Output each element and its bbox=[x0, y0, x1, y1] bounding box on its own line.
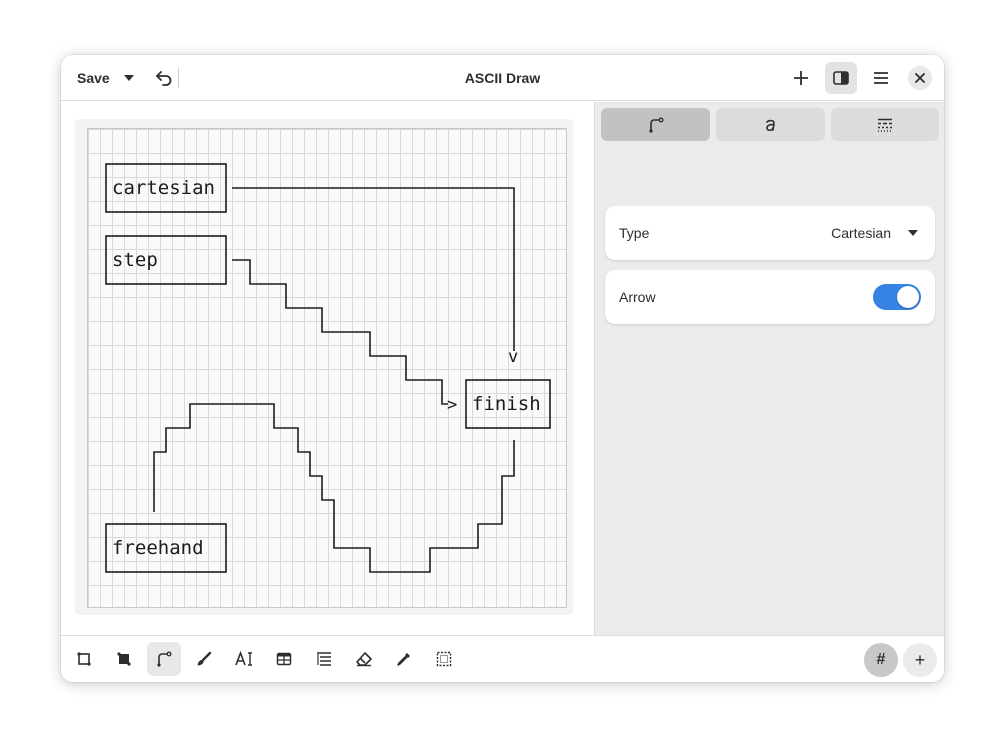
switch-knob bbox=[897, 286, 919, 308]
type-dropdown-value[interactable]: Cartesian bbox=[831, 206, 891, 260]
select-icon bbox=[436, 651, 452, 667]
add-character-button[interactable]: + bbox=[903, 643, 937, 677]
tool-bar: # + bbox=[61, 635, 944, 682]
dropdown-arrow-icon[interactable] bbox=[907, 229, 919, 237]
tab-text-style[interactable] bbox=[716, 108, 825, 141]
close-icon bbox=[915, 73, 925, 83]
freehand-label: freehand bbox=[112, 537, 204, 559]
line-icon bbox=[157, 651, 172, 667]
save-options-button[interactable] bbox=[113, 62, 145, 94]
header-bar: Save ASCII Draw bbox=[61, 55, 944, 101]
line-tool[interactable] bbox=[147, 642, 181, 676]
app-window: Save ASCII Draw cartesian step finish fr… bbox=[61, 55, 944, 682]
undo-icon bbox=[156, 71, 172, 86]
cartesian-connector bbox=[232, 187, 515, 351]
down-arrowhead: v bbox=[508, 347, 519, 367]
step-label: step bbox=[112, 249, 158, 271]
cartesian-label: cartesian bbox=[112, 177, 215, 199]
tab-line-options[interactable] bbox=[601, 108, 710, 141]
filled-rectangle-icon bbox=[117, 652, 131, 666]
finish-bottom-connector bbox=[153, 403, 515, 573]
table-icon bbox=[276, 652, 292, 666]
grid-toggle-button[interactable]: # bbox=[864, 643, 898, 677]
eraser-tool[interactable] bbox=[347, 642, 381, 676]
plus-icon bbox=[794, 71, 808, 85]
drawing-canvas[interactable]: cartesian step finish freehand v > bbox=[87, 128, 567, 608]
freehand-brush-tool[interactable] bbox=[187, 642, 221, 676]
text-tool[interactable] bbox=[227, 642, 261, 676]
type-label: Type bbox=[619, 225, 650, 241]
rectangle-icon bbox=[77, 652, 91, 666]
undo-button[interactable] bbox=[148, 62, 180, 94]
color-picker-tool[interactable] bbox=[387, 642, 421, 676]
sidebar-icon bbox=[833, 71, 849, 85]
color-picker-icon bbox=[397, 653, 410, 666]
right-arrowhead: > bbox=[447, 395, 458, 415]
chevron-down-icon bbox=[124, 75, 134, 81]
text-icon bbox=[235, 651, 252, 666]
line-tool-icon bbox=[648, 117, 663, 133]
hamburger-menu-icon bbox=[874, 72, 888, 84]
sidebar: Type Cartesian Arrow bbox=[594, 102, 944, 635]
type-row[interactable]: Type Cartesian bbox=[605, 206, 935, 260]
close-button[interactable] bbox=[908, 66, 932, 90]
table-tool[interactable] bbox=[267, 642, 301, 676]
save-button[interactable]: Save bbox=[71, 66, 116, 90]
tab-patterns[interactable] bbox=[831, 108, 939, 141]
filled-rectangle-tool[interactable] bbox=[107, 642, 141, 676]
arrow-row: Arrow bbox=[605, 270, 935, 324]
step-connector bbox=[232, 259, 448, 405]
tree-list-tool[interactable] bbox=[307, 642, 341, 676]
rectangle-tool[interactable] bbox=[67, 642, 101, 676]
arrow-toggle-switch[interactable] bbox=[873, 284, 921, 310]
text-style-icon bbox=[765, 119, 775, 131]
main-menu-button[interactable] bbox=[865, 62, 897, 94]
arrow-label: Arrow bbox=[619, 289, 656, 305]
freehand-brush-icon bbox=[197, 651, 212, 666]
select-tool[interactable] bbox=[427, 642, 461, 676]
pattern-icon bbox=[878, 118, 892, 132]
sidebar-toggle-button[interactable] bbox=[825, 62, 857, 94]
canvas-area: cartesian step finish freehand v > bbox=[61, 102, 594, 635]
tree-list-icon bbox=[317, 652, 331, 666]
new-button[interactable] bbox=[785, 62, 817, 94]
eraser-icon bbox=[356, 652, 372, 667]
finish-label: finish bbox=[472, 393, 541, 415]
